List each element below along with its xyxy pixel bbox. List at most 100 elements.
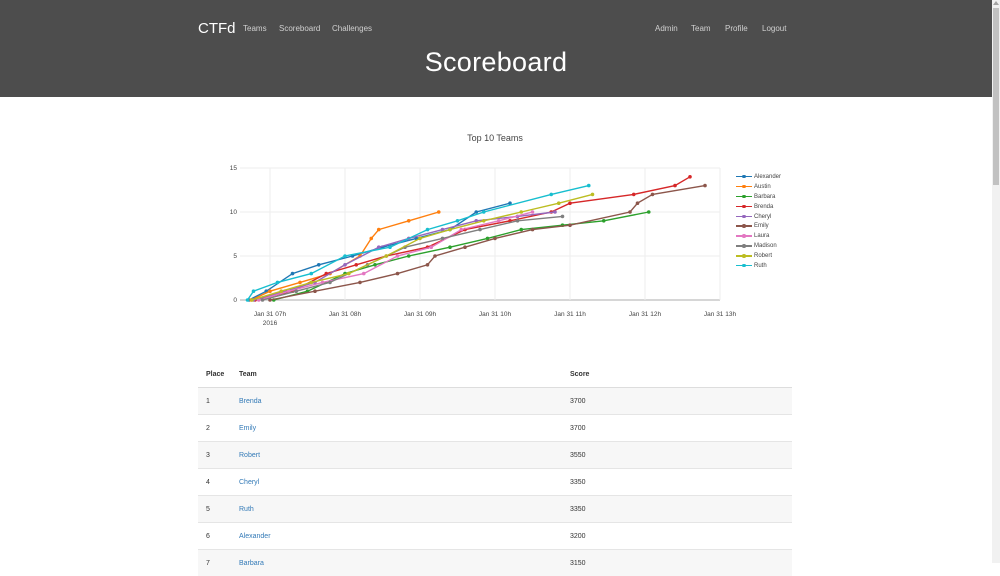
score-cell: 3550 bbox=[562, 442, 792, 469]
legend-item[interactable]: Ruth bbox=[736, 261, 781, 271]
data-point bbox=[426, 228, 430, 232]
legend-swatch-icon bbox=[736, 242, 752, 250]
x-axis: Jan 31 07h2016Jan 31 08hJan 31 09hJan 31… bbox=[254, 311, 737, 327]
legend-item[interactable]: Barbara bbox=[736, 192, 781, 202]
place-cell: 1 bbox=[198, 388, 231, 415]
y-tick-label: 10 bbox=[230, 209, 238, 216]
data-point bbox=[347, 272, 351, 276]
table-row: 3Robert3550 bbox=[198, 442, 792, 469]
data-point bbox=[358, 281, 362, 285]
data-point bbox=[456, 219, 460, 223]
score-cell: 3200 bbox=[562, 523, 792, 550]
data-point bbox=[553, 210, 557, 214]
legend-item[interactable]: Brenda bbox=[736, 202, 781, 212]
data-point bbox=[276, 281, 280, 285]
data-point bbox=[568, 201, 572, 205]
series-line bbox=[252, 194, 593, 300]
y-tick-label: 15 bbox=[230, 165, 238, 172]
data-point bbox=[250, 298, 254, 302]
data-point bbox=[516, 219, 520, 223]
data-point bbox=[602, 219, 606, 223]
data-point bbox=[448, 228, 452, 232]
data-point bbox=[388, 245, 392, 249]
legend-swatch-icon bbox=[736, 232, 752, 240]
data-point bbox=[531, 228, 535, 232]
team-link[interactable]: Robert bbox=[239, 452, 260, 459]
legend-label: Barbara bbox=[754, 194, 775, 200]
table-row: 4 Cheryl 3350 bbox=[198, 469, 792, 496]
team-link[interactable]: Emily bbox=[239, 425, 256, 432]
data-point bbox=[407, 219, 411, 223]
data-point bbox=[632, 193, 636, 197]
legend-item[interactable]: Emily bbox=[736, 221, 781, 231]
column-header-place: Place bbox=[198, 361, 231, 388]
x-tick-label: 2016 bbox=[263, 320, 278, 327]
team-cell: Ruth bbox=[231, 496, 562, 523]
place-cell: 6 bbox=[198, 523, 231, 550]
team-cell: Emily bbox=[231, 415, 562, 442]
data-point bbox=[441, 237, 445, 241]
data-point bbox=[343, 263, 347, 267]
place-cell: 2 bbox=[198, 415, 231, 442]
legend-label: Cheryl bbox=[754, 214, 771, 220]
data-point bbox=[478, 228, 482, 232]
legend-item[interactable]: Cheryl bbox=[736, 212, 781, 222]
legend-swatch-icon bbox=[736, 183, 752, 191]
team-link[interactable]: Brenda bbox=[239, 398, 262, 405]
legend-item[interactable]: Madison bbox=[736, 241, 781, 251]
data-point bbox=[493, 237, 497, 241]
data-point bbox=[433, 254, 437, 258]
legend-swatch-icon bbox=[736, 213, 752, 221]
team-link[interactable]: Barbara bbox=[239, 560, 264, 567]
legend-swatch-icon bbox=[736, 173, 752, 181]
scoreboard-table: Place Team Score 1Brenda37002Emily37003R… bbox=[198, 361, 792, 576]
team-link[interactable]: Ruth bbox=[239, 506, 254, 513]
data-point bbox=[343, 254, 347, 258]
place-cell: 4 bbox=[198, 469, 231, 496]
column-header-score: Score bbox=[562, 361, 792, 388]
legend-item[interactable]: Austin bbox=[736, 182, 781, 192]
data-point bbox=[369, 237, 373, 241]
team-cell: Brenda bbox=[231, 388, 562, 415]
legend-swatch-icon bbox=[736, 193, 752, 201]
legend-swatch-icon bbox=[736, 262, 752, 270]
team-link[interactable]: Cheryl bbox=[239, 479, 259, 486]
legend-item[interactable]: Robert bbox=[736, 251, 781, 261]
team-link[interactable]: Alexander bbox=[239, 533, 271, 540]
data-point bbox=[557, 201, 561, 205]
legend-swatch-icon bbox=[736, 252, 752, 260]
legend-label: Austin bbox=[754, 184, 771, 190]
table-row: 6 Alexander 3200 bbox=[198, 523, 792, 550]
data-point bbox=[298, 281, 302, 285]
score-chart: 051015 Jan 31 07h2016Jan 31 08hJan 31 09… bbox=[0, 0, 1000, 340]
data-point bbox=[688, 175, 692, 179]
x-tick-label: Jan 31 09h bbox=[404, 311, 437, 318]
data-point bbox=[482, 219, 486, 223]
data-point bbox=[317, 263, 321, 267]
data-point bbox=[568, 223, 572, 227]
y-tick-label: 5 bbox=[233, 253, 237, 260]
chart-grid bbox=[240, 168, 720, 300]
legend-item[interactable]: Laura bbox=[736, 231, 781, 241]
data-point bbox=[309, 281, 313, 285]
data-point bbox=[463, 245, 467, 249]
series-line bbox=[270, 186, 705, 300]
legend-item[interactable]: Alexander bbox=[736, 172, 781, 182]
data-point bbox=[448, 245, 452, 249]
data-point bbox=[309, 272, 313, 276]
score-cell: 3350 bbox=[562, 469, 792, 496]
data-point bbox=[252, 289, 256, 293]
score-cell: 3350 bbox=[562, 496, 792, 523]
score-cell: 3700 bbox=[562, 388, 792, 415]
place-cell: 5 bbox=[198, 496, 231, 523]
data-point bbox=[519, 228, 523, 232]
score-cell: 3700 bbox=[562, 415, 792, 442]
data-point bbox=[291, 272, 295, 276]
data-point bbox=[429, 245, 433, 249]
x-tick-label: Jan 31 10h bbox=[479, 311, 512, 318]
team-cell: Cheryl bbox=[231, 469, 562, 496]
data-point bbox=[384, 254, 388, 258]
table-header-row: Place Team Score bbox=[198, 361, 792, 388]
x-tick-label: Jan 31 07h bbox=[254, 311, 287, 318]
x-tick-label: Jan 31 11h bbox=[554, 311, 586, 318]
